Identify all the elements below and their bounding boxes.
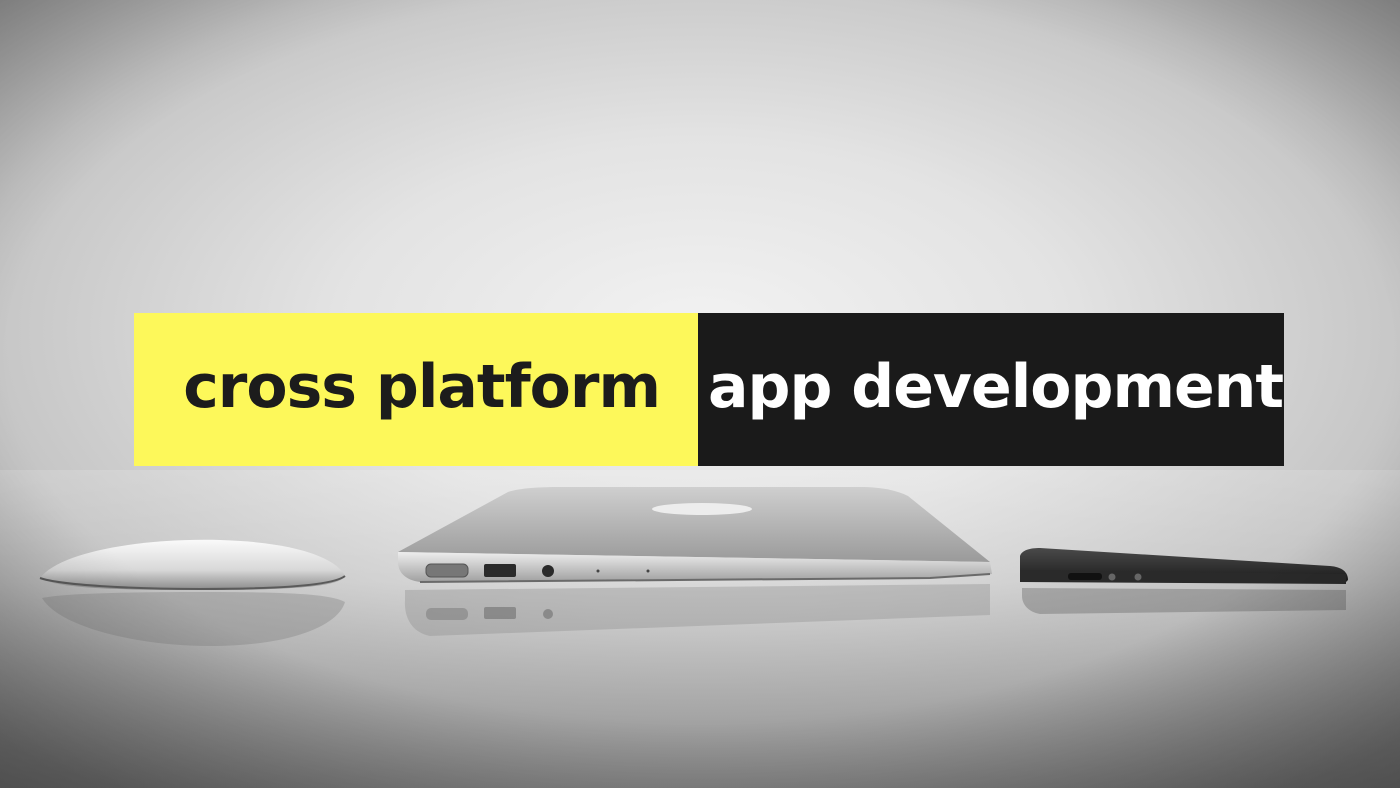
apple-logo-icon [652, 503, 752, 515]
headphone-jack-icon [542, 565, 554, 577]
banner-right: app development [698, 313, 1284, 466]
usb-port-icon [484, 564, 516, 577]
banner-right-text: app development [708, 351, 1284, 422]
mouse [39, 539, 346, 646]
phone [1020, 548, 1348, 614]
banner-left: cross platform [134, 313, 698, 466]
banner-left-text: cross platform [183, 351, 661, 422]
laptop [398, 487, 992, 636]
magsafe-port-icon [425, 563, 469, 578]
